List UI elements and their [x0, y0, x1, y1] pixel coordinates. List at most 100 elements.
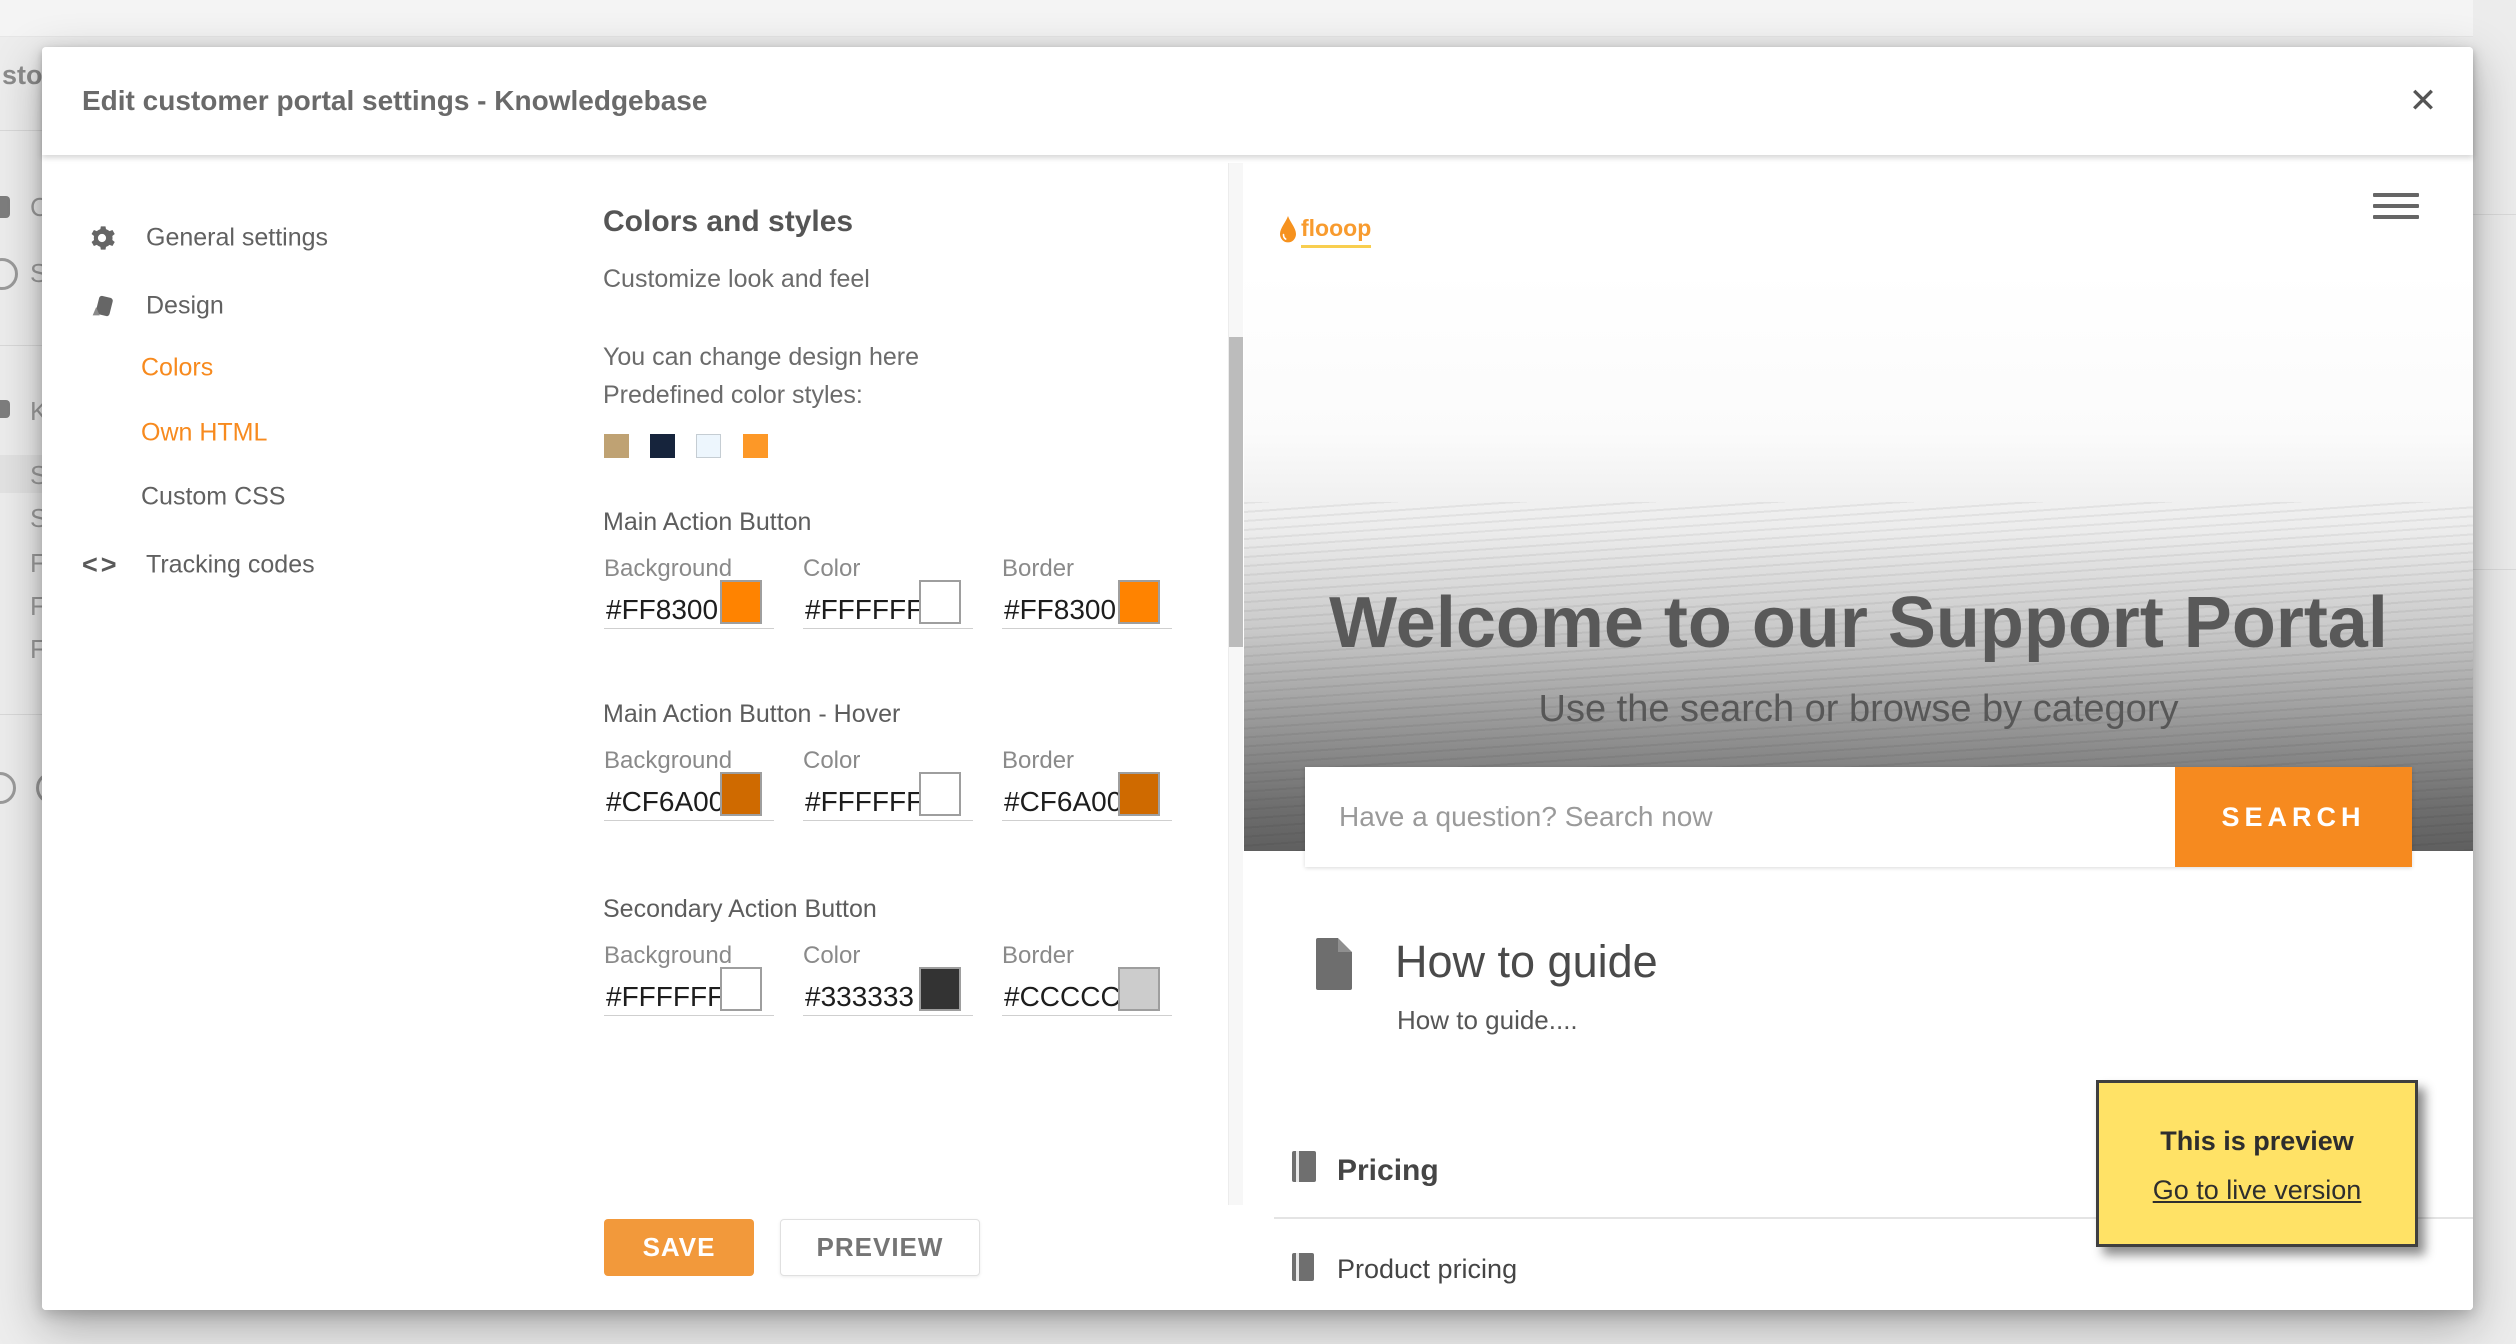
color-swatch[interactable] [1118, 772, 1160, 816]
sidebar-item-label: General settings [146, 223, 329, 252]
hamburger-menu-icon[interactable] [2373, 193, 2419, 225]
sidebar-item-label: Design [146, 291, 224, 320]
backdrop-right-panel [2473, 0, 2516, 1344]
field-value[interactable]: #FF8300 [1004, 594, 1116, 626]
color-swatch[interactable] [720, 772, 762, 816]
field-underline [803, 820, 973, 821]
sidebar-item-label: Own HTML [141, 418, 268, 447]
field-value[interactable]: #CF6A00 [1004, 786, 1122, 818]
backdrop-icon-fragment [0, 258, 18, 290]
edit-portal-settings-modal: Edit customer portal settings - Knowledg… [42, 47, 2473, 1310]
field-label: Color [803, 555, 861, 582]
preview-note: This is preview Go to live version [2096, 1080, 2418, 1247]
color-swatch[interactable] [919, 967, 961, 1011]
search-bar: SEARCH [1305, 767, 2412, 867]
article-description: How to guide.... [1397, 1005, 1578, 1035]
book-icon [1292, 1253, 1314, 1281]
preview-note-text: This is preview [2160, 1126, 2354, 1156]
predefined-style-swatch[interactable] [604, 434, 629, 458]
section-title: Main Action Button [603, 508, 812, 536]
backdrop-icon-fragment [0, 196, 10, 218]
modal-header: Edit customer portal settings - Knowledg… [42, 47, 2473, 155]
article-title[interactable]: How to guide [1395, 936, 1658, 988]
modal-body: General settings Design Colors Own HTML [42, 155, 2473, 1310]
portal-logo[interactable]: flooop [1279, 215, 1372, 255]
modal-title: Edit customer portal settings - Knowledg… [82, 85, 708, 116]
backdrop-divider [0, 714, 42, 715]
predefined-style-swatch[interactable] [743, 434, 768, 458]
field-value[interactable]: #CF6A00 [606, 786, 724, 818]
document-icon [1316, 938, 1352, 990]
field-underline [604, 820, 774, 821]
field-value[interactable]: #FFFFFF [805, 594, 923, 626]
field-value[interactable]: #333333 [805, 981, 914, 1013]
book-icon [1292, 1151, 1316, 1182]
field-underline [1002, 628, 1172, 629]
save-button[interactable]: SAVE [604, 1219, 754, 1276]
field-label: Border [1002, 555, 1075, 582]
search-input[interactable] [1305, 767, 2175, 867]
close-icon[interactable]: ✕ [2401, 79, 2445, 123]
sidebar-item-tracking-codes[interactable]: <> Tracking codes [42, 541, 546, 589]
field-label: Background [604, 747, 733, 774]
search-button[interactable]: SEARCH [2175, 767, 2412, 867]
backdrop-icon-fragment [0, 772, 16, 804]
field-label: Color [803, 942, 861, 969]
field-value[interactable]: #FF8300 [606, 594, 718, 626]
drop-icon [1280, 216, 1296, 243]
settings-sidebar: General settings Design Colors Own HTML [42, 155, 547, 1310]
field-underline [604, 1015, 774, 1016]
hero-banner: Welcome to our Support Portal Use the se… [1244, 270, 2473, 867]
backdrop-divider [0, 130, 42, 131]
sidebar-item-general-settings[interactable]: General settings [42, 214, 546, 262]
screen: stor C S K S S F F F Edit customer porta… [0, 0, 2516, 1344]
panel-footer: SAVE PREVIEW [546, 1205, 1243, 1310]
backdrop-top-strip [0, 0, 2516, 37]
field-underline [1002, 820, 1172, 821]
panel-help-text: Predefined color styles: [603, 381, 863, 409]
field-underline [1002, 1015, 1172, 1016]
field-label: Background [604, 942, 733, 969]
category-pricing[interactable]: Pricing [1337, 1154, 1439, 1188]
panel-subheading: Customize look and feel [603, 265, 870, 293]
backdrop-divider [0, 345, 42, 346]
sidebar-item-own-html[interactable]: Own HTML [42, 409, 546, 457]
sidebar-item-colors[interactable]: Colors [42, 344, 546, 392]
preview-button[interactable]: PREVIEW [780, 1219, 980, 1276]
sidebar-item-label: Custom CSS [141, 482, 286, 511]
colors-styles-panel: Colors and styles Customize look and fee… [546, 155, 1245, 1310]
color-swatch[interactable] [919, 772, 961, 816]
color-swatch[interactable] [919, 580, 961, 624]
predefined-style-swatch[interactable] [650, 434, 675, 458]
field-label: Color [803, 747, 861, 774]
sidebar-item-label: Colors [141, 353, 214, 382]
color-swatch[interactable] [720, 580, 762, 624]
panel-scrollbar[interactable] [1228, 163, 1243, 1205]
hero-subtitle: Use the search or browse by category [1538, 688, 2179, 730]
field-label: Background [604, 555, 733, 582]
color-swatch[interactable] [1118, 580, 1160, 624]
go-to-live-version-link[interactable]: Go to live version [2099, 1175, 2415, 1206]
panel-heading: Colors and styles [603, 205, 854, 238]
backdrop-icon-fragment [0, 400, 10, 418]
scrollbar-thumb[interactable] [1229, 337, 1243, 647]
panel-help-text: You can change design here [603, 343, 920, 371]
design-icon [92, 295, 113, 317]
field-label: Border [1002, 747, 1075, 774]
sidebar-item-custom-css[interactable]: Custom CSS [42, 473, 546, 521]
predefined-style-swatch[interactable] [696, 434, 721, 458]
portal-preview: flooop Welcome to our Support Portal Use… [1244, 155, 2473, 1310]
section-title: Main Action Button - Hover [603, 700, 901, 728]
hero-title: Welcome to our Support Portal [1329, 583, 2388, 663]
field-value[interactable]: #FFFFFF [805, 786, 923, 818]
field-value[interactable]: #FFFFFF [606, 981, 724, 1013]
sidebar-item-design[interactable]: Design [42, 282, 546, 330]
portal-logo-text: flooop [1301, 215, 1372, 248]
field-underline [803, 1015, 973, 1016]
color-swatch[interactable] [720, 967, 762, 1011]
color-swatch[interactable] [1118, 967, 1160, 1011]
field-underline [803, 628, 973, 629]
category-product-pricing[interactable]: Product pricing [1337, 1254, 1517, 1285]
field-underline [604, 628, 774, 629]
field-label: Border [1002, 942, 1075, 969]
